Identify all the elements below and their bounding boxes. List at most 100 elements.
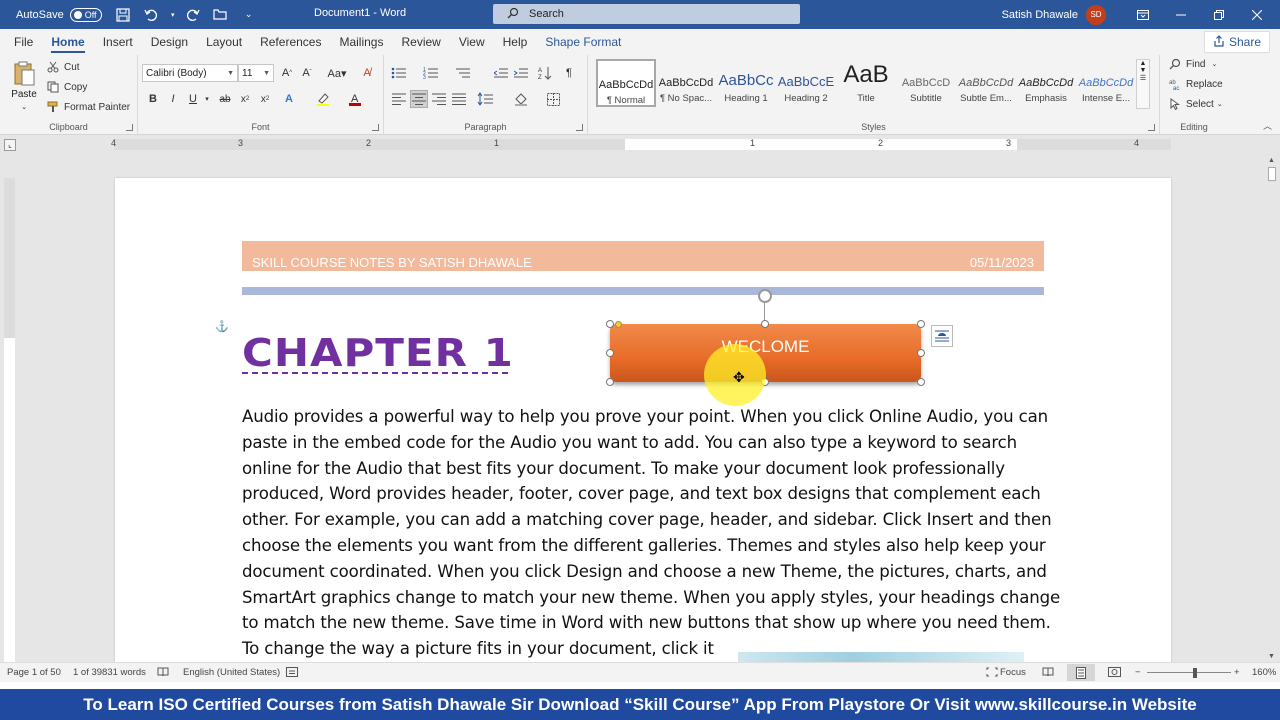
style-title[interactable]: AaB Title <box>836 59 896 107</box>
cut-button[interactable]: Cut <box>46 61 80 73</box>
scroll-up-icon[interactable]: ▲ <box>1268 157 1275 164</box>
proofing-icon[interactable] <box>157 667 169 680</box>
replace-button[interactable]: ab ac Replace <box>1168 78 1223 91</box>
body-paragraph[interactable]: Audio provides a powerful way to help yo… <box>242 404 1060 662</box>
customize-toolbar-icon[interactable]: ⌄ <box>238 4 260 26</box>
tab-design[interactable]: Design <box>142 29 197 55</box>
justify-icon[interactable] <box>450 90 468 108</box>
align-center-icon[interactable] <box>410 90 428 108</box>
resize-handle[interactable] <box>917 349 925 357</box>
font-size-dropdown[interactable]: 11 ▼ <box>238 64 274 82</box>
show-hide-marks-icon[interactable]: ¶ <box>560 64 578 82</box>
subscript-icon[interactable]: x2 <box>236 90 254 108</box>
accessibility-icon[interactable] <box>286 667 298 680</box>
bold-icon[interactable]: B <box>144 90 162 108</box>
vertical-scrollbar[interactable]: ▲ ▼ <box>1264 155 1280 662</box>
undo-icon[interactable] <box>140 4 162 26</box>
tab-references[interactable]: References <box>251 29 330 55</box>
read-mode-icon[interactable] <box>1042 667 1054 680</box>
highlight-color-icon[interactable] <box>314 90 332 108</box>
align-right-icon[interactable] <box>430 90 448 108</box>
web-layout-icon[interactable] <box>1108 667 1121 680</box>
header-title[interactable]: SKILL COURSE NOTES BY SATISH DHAWALE <box>252 255 532 270</box>
autosave-toggle[interactable]: Off <box>69 7 102 22</box>
tab-mailings[interactable]: Mailings <box>330 29 392 55</box>
tab-insert[interactable]: Insert <box>94 29 142 55</box>
tab-review[interactable]: Review <box>392 29 449 55</box>
find-button[interactable]: Find ⌄ <box>1168 58 1217 70</box>
style-intense-emphasis[interactable]: AaBbCcDd Intense E... <box>1076 59 1136 107</box>
paragraph-launcher-icon[interactable] <box>576 124 583 131</box>
line-spacing-icon[interactable] <box>476 90 494 108</box>
multilevel-list-icon[interactable] <box>454 64 472 82</box>
save-icon[interactable] <box>112 4 134 26</box>
resize-handle[interactable] <box>917 378 925 386</box>
undo-dropdown-icon[interactable]: ▾ <box>168 4 178 26</box>
font-launcher-icon[interactable] <box>372 124 379 131</box>
style-heading-1[interactable]: AaBbCc Heading 1 <box>716 59 776 107</box>
bullets-icon[interactable] <box>390 64 408 82</box>
copy-button[interactable]: Copy <box>46 81 87 93</box>
restore-icon[interactable] <box>1200 0 1238 29</box>
resize-handle[interactable] <box>606 378 614 386</box>
select-button[interactable]: Select ⌄ <box>1168 98 1223 110</box>
vertical-ruler[interactable] <box>4 178 15 662</box>
ribbon-display-options-icon[interactable] <box>1124 0 1162 29</box>
clipboard-launcher-icon[interactable] <box>126 124 133 131</box>
document-page[interactable]: SKILL COURSE NOTES BY SATISH DHAWALE 05/… <box>115 178 1171 668</box>
shrink-font-icon[interactable]: Aˇ <box>298 64 316 82</box>
header-date[interactable]: 05/11/2023 <box>970 255 1034 270</box>
sort-icon[interactable]: AZ <box>536 64 554 82</box>
superscript-icon[interactable]: x2 <box>256 90 274 108</box>
strikethrough-icon[interactable]: ab <box>216 90 234 108</box>
format-painter-button[interactable]: Format Painter <box>46 101 130 113</box>
styles-launcher-icon[interactable] <box>1148 124 1155 131</box>
rotate-handle-icon[interactable] <box>758 289 772 303</box>
numbering-icon[interactable]: 123 <box>422 64 440 82</box>
tab-shape-format[interactable]: Shape Format <box>536 29 630 55</box>
tab-selector[interactable]: ⌞ <box>4 139 16 151</box>
redo-icon[interactable] <box>182 4 204 26</box>
chapter-heading[interactable]: CHAPTER 1 <box>242 330 514 375</box>
font-color-icon[interactable]: A <box>346 90 364 108</box>
avatar[interactable]: SD <box>1086 4 1106 25</box>
styles-gallery-scroll[interactable]: ▲ ▼ ☰ <box>1136 59 1150 109</box>
style-subtle-emphasis[interactable]: AaBbCcDd Subtle Em... <box>956 59 1016 107</box>
style-emphasis[interactable]: AaBbCcDd Emphasis <box>1016 59 1076 107</box>
tab-home[interactable]: Home <box>42 29 93 55</box>
page-count[interactable]: Page 1 of 50 <box>7 667 61 678</box>
language[interactable]: English (United States) <box>183 667 280 678</box>
word-count[interactable]: 1 of 39831 words <box>73 667 146 678</box>
align-left-icon[interactable] <box>390 90 408 108</box>
zoom-level[interactable]: 160% <box>1252 667 1276 678</box>
share-button[interactable]: Share <box>1203 31 1270 53</box>
scroll-down-icon[interactable]: ▼ <box>1268 653 1275 660</box>
print-layout-icon[interactable] <box>1067 664 1095 681</box>
tab-help[interactable]: Help <box>494 29 537 55</box>
resize-handle[interactable] <box>917 320 925 328</box>
shape-text[interactable]: WECLOME <box>610 337 921 357</box>
user-name[interactable]: Satish Dhawale <box>1002 9 1078 21</box>
resize-handle[interactable] <box>606 320 614 328</box>
tab-file[interactable]: File <box>5 29 42 55</box>
scrollbar-thumb[interactable] <box>1268 167 1276 181</box>
style-no-spacing[interactable]: AaBbCcDd ¶ No Spac... <box>656 59 716 107</box>
shading-icon[interactable] <box>512 90 530 108</box>
change-case-icon[interactable]: Aa▾ <box>324 64 350 82</box>
clear-formatting-icon[interactable]: A̸ <box>358 64 376 82</box>
grow-font-icon[interactable]: A ^ <box>278 64 296 82</box>
zoom-out-icon[interactable]: − <box>1135 667 1141 678</box>
focus-icon[interactable] <box>986 667 998 680</box>
layout-options-icon[interactable] <box>931 325 953 347</box>
collapse-ribbon-icon[interactable]: ︿ <box>1263 119 1272 132</box>
increase-indent-icon[interactable] <box>512 64 530 82</box>
font-name-dropdown[interactable]: Calibri (Body) ▼ <box>142 64 238 82</box>
tab-layout[interactable]: Layout <box>197 29 251 55</box>
close-icon[interactable] <box>1238 0 1276 29</box>
style-heading-2[interactable]: AaBbCcE Heading 2 <box>776 59 836 107</box>
resize-handle[interactable] <box>606 349 614 357</box>
tab-view[interactable]: View <box>450 29 494 55</box>
borders-icon[interactable] <box>544 90 562 108</box>
underline-dropdown-icon[interactable]: ▾ <box>198 90 216 108</box>
style-subtitle[interactable]: AaBbCcD Subtitle <box>896 59 956 107</box>
